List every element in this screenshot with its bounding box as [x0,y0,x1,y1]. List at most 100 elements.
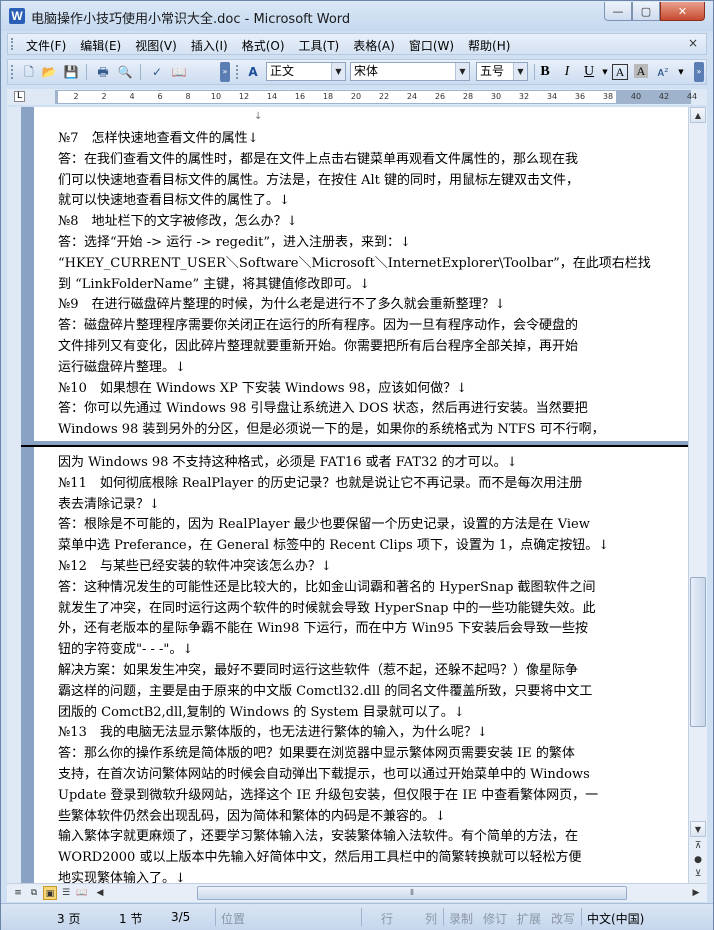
document-text-line[interactable]: 文件排列又有变化，因此碎片整理就要重新开始。你需要把所有后台程序全部关掉，再开始 [58,337,618,357]
document-text-line[interactable]: №12 与某些已经安装的软件冲突该怎么办？↓ [58,557,618,577]
document-text-line[interactable]: 霸这样的问题，主要是由于原来的中文版 Comctl32.dll 的同名文件覆盖所… [58,682,618,702]
status-record[interactable]: 录制 [449,910,473,927]
scroll-up-button[interactable]: ▲ [690,107,706,123]
document-text-line[interactable]: 们可以快速地查看目标文件的属性。方法是，在按住 Alt 键的同时，用鼠标左键双击… [58,171,618,191]
document-text-line[interactable]: 到 “LinkFolderName” 主键，将其键值修改即可。↓ [58,275,618,295]
menu-table[interactable]: 表格(A) [353,37,395,54]
close-button[interactable]: ✕ [660,2,705,21]
document-text-line[interactable]: 答：你可以先通过 Windows 98 引导盘让系统进入 DOS 状态，然后再进… [58,399,618,419]
document-text-line[interactable]: 就发生了冲突，在同时运行这两个软件的时候就会导致 HyperSnap 中的一些功… [58,599,618,619]
normal-view-icon[interactable]: ≡ [11,886,25,900]
scroll-right-button[interactable]: ▶ [689,886,703,900]
document-text-line[interactable]: №10 如果想在 Windows XP 下安装 Windows 98，应该如何做… [58,379,618,399]
word-app-icon[interactable]: W [9,8,25,24]
previous-page-button[interactable]: ⊼ [693,841,703,851]
font-size-select[interactable]: 五号 ▼ [476,62,528,81]
document-text-line[interactable]: 些繁体软件仍然会出现乱码，因为简体和繁体的内码是不兼容的。↓ [58,807,618,827]
web-layout-view-icon[interactable]: ⧉ [27,886,41,900]
document-page[interactable]: ↓ №7 怎样快速地查看文件的属性↓ 答：在我们查看文件的属性时，都是在文件上点击… [34,107,688,441]
document-text-line[interactable]: 答：在我们查看文件的属性时，都是在文件上点击右键菜单再观看文件属性的，那么现在我 [58,150,618,170]
next-page-button[interactable]: ⊻ [693,869,703,879]
research-icon[interactable]: 📖 [170,63,188,81]
character-shading-button[interactable]: A [634,64,648,78]
document-text-line[interactable]: 答：那么你的操作系统是简体版的吧？如果要在浏览器中显示繁体网页需要安装 IE 的… [58,744,618,764]
chevron-down-icon[interactable]: ▼ [331,63,345,80]
save-icon[interactable]: 💾 [62,63,80,81]
font-select[interactable]: 宋体 ▼ [350,62,470,81]
select-browse-object-button[interactable]: ● [693,855,703,865]
menu-help[interactable]: 帮助(H) [468,37,510,54]
styles-formatting-icon[interactable]: A [244,63,262,81]
vertical-scrollbar[interactable]: ▲ ▼ ⊼ ● ⊻ [688,107,707,883]
document-text-line[interactable]: 钮的字符变成"- - -"。↓ [58,640,618,660]
print-preview-icon[interactable]: 🔍 [116,63,134,81]
document-text-line[interactable]: №7 怎样快速地查看文件的属性↓ [58,129,618,149]
menu-window[interactable]: 窗口(W) [409,37,454,54]
tab-selector-icon[interactable]: L [14,91,25,102]
menu-file[interactable]: 文件(F) [26,37,66,54]
document-text-line[interactable]: WORD2000 或以上版本中先输入好简体中文，然后用工具栏中的简繁转换就可以轻… [58,848,618,868]
document-text-line[interactable]: 解决方案：如果发生冲突，最好不要同时运行这些软件（惹不起，还躲不起吗？）像星际争 [58,661,618,681]
document-text-line[interactable]: №13 我的电脑无法显示繁体版的，也无法进行繁体的输入，为什么呢？↓ [58,723,618,743]
document-text-line[interactable]: 答：根除是不可能的，因为 RealPlayer 最少也要保留一个历史记录，设置的… [58,515,618,535]
spelling-check-icon[interactable]: ✓ [148,63,166,81]
document-text-line[interactable]: 运行磁盘碎片整理。↓ [58,358,618,378]
reading-layout-view-icon[interactable]: 📖 [75,886,89,900]
scroll-left-button[interactable]: ◀ [93,886,107,900]
document-text-line[interactable]: Windows 98 装到另外的分区，但是必须说一下的是，如果你的系统格式为 N… [58,420,618,440]
document-text-line[interactable]: 答：磁盘碎片整理程序需要你关闭正在运行的所有程序。因为一旦有程序动作，会令硬盘的 [58,316,618,336]
document-text-line[interactable]: №8 地址栏下的文字被修改，怎么办？↓ [58,212,618,232]
chevron-down-icon[interactable]: ▼ [672,63,690,81]
document-text-line[interactable]: 输入繁体字就更麻烦了，还要学习繁体输入法，安装繁体输入法软件。有个简单的方法，在 [58,827,618,847]
document-text-line[interactable]: 团版的 ComctB2,dll,复制的 Windows 的 System 目录就… [58,703,618,723]
document-text-line[interactable]: №9 在进行磁盘碎片整理的时候，为什么老是进行不了多久就会重新整理？↓ [58,295,618,315]
menu-tools[interactable]: 工具(T) [299,37,340,54]
new-document-icon[interactable]: 🗋 [20,63,38,81]
print-icon[interactable]: 🖶 [94,63,112,81]
status-extend[interactable]: 扩展 [517,910,541,927]
document-text-line[interactable]: 外，还有老版本的星际争霸不能在 Win98 下运行，而在中方 Win95 下安装… [58,619,618,639]
status-language[interactable]: 中文(中国) [587,910,644,927]
open-folder-icon[interactable]: 📂 [40,63,58,81]
toolbar-grip-handle[interactable] [236,65,241,79]
document-text-line[interactable]: 因为 Windows 98 不支持这种格式，必须是 FAT16 或者 FAT32… [58,453,618,473]
menu-format[interactable]: 格式(O) [242,37,285,54]
style-select[interactable]: 正文 ▼ [266,62,346,81]
toolbar-overflow-button[interactable]: » [220,62,230,82]
italic-button[interactable]: I [558,63,576,81]
toolbar-overflow-button[interactable]: » [694,62,704,82]
minimize-button[interactable]: — [604,2,632,21]
document-page[interactable]: 因为 Windows 98 不支持这种格式，必须是 FAT16 或者 FAT32… [34,447,688,883]
horizontal-scrollbar[interactable]: ≡ ⧉ ▣ ☰ 📖 ◀ ⦀ ▶ [7,883,707,902]
document-text-line[interactable]: Update 登录到微软升级网站，选择这个 IE 升级包安装，但仅限于在 IE … [58,786,618,806]
status-overtype[interactable]: 改写 [551,910,575,927]
document-text-line[interactable]: 就可以快速地查看目标文件的属性了。↓ [58,191,618,211]
menu-view[interactable]: 视图(V) [135,37,177,54]
document-area[interactable]: ↓ №7 怎样快速地查看文件的属性↓ 答：在我们查看文件的属性时，都是在文件上点击… [21,107,688,883]
close-document-button[interactable]: × [688,36,698,50]
print-layout-view-icon[interactable]: ▣ [43,886,57,900]
document-text-line[interactable]: 支持，在首次访问繁体网站的时候会自动弹出下载提示，也可以通过开始菜单中的 Win… [58,765,618,785]
document-text-line[interactable]: №11 如何彻底根除 RealPlayer 的历史记录？也就是说让它不再记录。而… [58,474,618,494]
document-text-line[interactable]: 地实现繁体输入了。↓ [58,869,618,883]
document-text-line[interactable]: 菜单中选 Preferance，在 General 标签中的 Recent Cl… [58,536,618,556]
status-track-changes[interactable]: 修订 [483,910,507,927]
menu-insert[interactable]: 插入(I) [191,37,228,54]
horizontal-ruler[interactable]: 2 2 4 6 8 10 12 14 16 18 20 22 24 26 28 30 32 34 36 38 40 42 4… [55,90,697,104]
menu-edit[interactable]: 编辑(E) [80,37,121,54]
document-text-line[interactable]: “HKEY_CURRENT_USER＼Software＼Microsoft＼In… [58,254,651,274]
bold-button[interactable]: B [536,63,554,81]
scroll-down-button[interactable]: ▼ [690,821,706,837]
chevron-down-icon[interactable]: ▼ [455,63,469,80]
menu-grip-handle[interactable] [11,38,16,50]
character-border-button[interactable]: A [612,64,628,80]
document-text-line[interactable]: 答：选择“开始 -> 运行 -> regedit”，进入注册表，来到：↓ [58,233,618,253]
chevron-down-icon[interactable]: ▼ [513,63,527,80]
document-text-line[interactable]: 表去清除记录？↓ [58,495,618,515]
maximize-button[interactable]: ▢ [632,2,660,21]
document-text-line[interactable]: 答：这种情况发生的可能性还是比较大的，比如金山词霸和著名的 HyperSnap … [58,578,618,598]
outline-view-icon[interactable]: ☰ [59,886,73,900]
toolbar-grip-handle[interactable] [11,65,16,79]
horizontal-scroll-thumb[interactable]: ⦀ [197,886,627,900]
scroll-thumb[interactable] [690,577,706,727]
